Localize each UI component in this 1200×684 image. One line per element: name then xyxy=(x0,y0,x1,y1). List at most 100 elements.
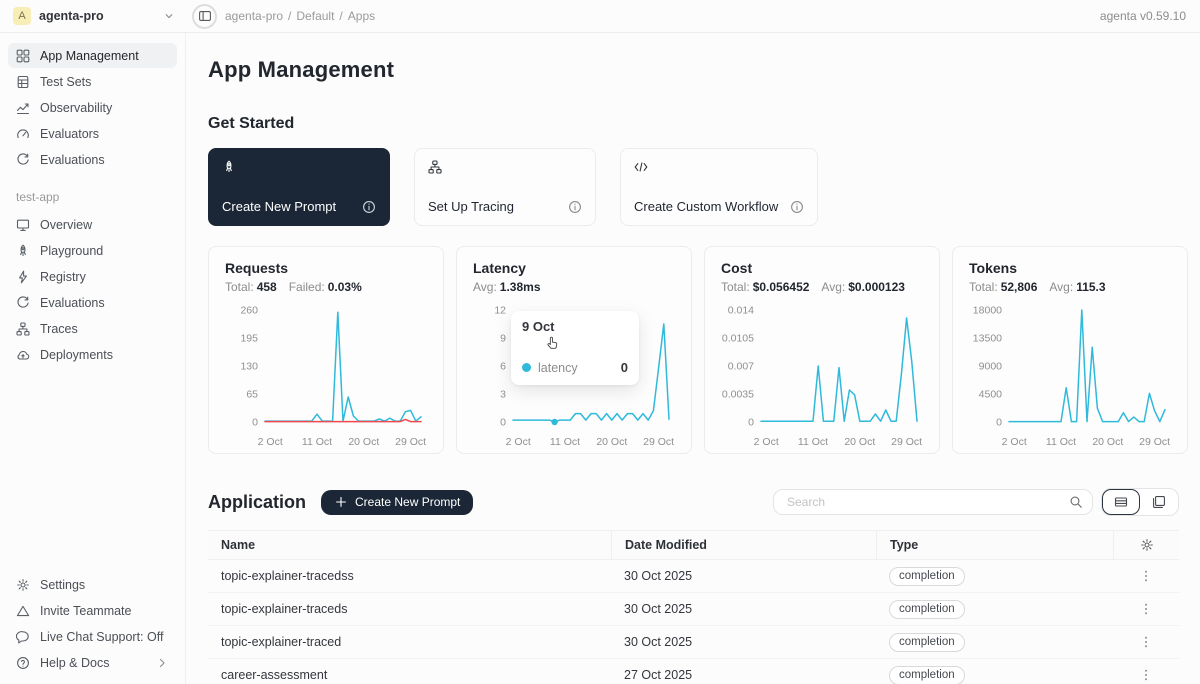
tree-icon xyxy=(428,160,582,174)
svg-text:2 Oct: 2 Oct xyxy=(258,436,283,448)
breadcrumb-separator: / xyxy=(339,9,342,23)
sidebar-item-live-chat-support-off[interactable]: Live Chat Support: Off xyxy=(8,624,177,649)
metric-title: Cost xyxy=(721,260,923,276)
column-header-date-modified[interactable]: Date Modified xyxy=(611,531,876,559)
info-icon[interactable] xyxy=(362,200,376,214)
metric-card-cost: CostTotal:$0.056452Avg:$0.00012300.00350… xyxy=(704,246,940,454)
bolt-icon xyxy=(16,270,30,284)
row-actions-cell xyxy=(1113,569,1179,583)
metric-stats: Total:$0.056452Avg:$0.000123 xyxy=(721,280,923,294)
svg-text:0.0105: 0.0105 xyxy=(722,333,754,345)
gear-icon xyxy=(16,578,30,592)
sidebar-item-settings[interactable]: Settings xyxy=(8,572,177,597)
svg-text:9: 9 xyxy=(500,333,506,345)
rocket-icon xyxy=(222,160,376,174)
workspace-selector[interactable]: A agenta-pro xyxy=(0,7,186,25)
row-menu-button[interactable] xyxy=(1139,635,1153,649)
svg-text:11 Oct: 11 Oct xyxy=(1046,436,1076,448)
app-name-cell: topic-explainer-traced xyxy=(208,635,611,649)
refresh-icon xyxy=(16,296,30,310)
sidebar-item-evaluations[interactable]: Evaluations xyxy=(8,290,177,315)
column-settings-button[interactable] xyxy=(1113,531,1179,559)
sidebar-item-evaluators[interactable]: Evaluators xyxy=(8,121,177,146)
svg-text:18000: 18000 xyxy=(973,305,1002,317)
sidebar-item-playground[interactable]: Playground xyxy=(8,238,177,263)
table-row[interactable]: topic-explainer-traceds30 Oct 2025comple… xyxy=(208,593,1179,626)
workspace-avatar: A xyxy=(13,7,31,25)
chart-requests[interactable]: 0651301952602 Oct11 Oct20 Oct29 Oct xyxy=(225,300,427,450)
sidebar-item-overview[interactable]: Overview xyxy=(8,212,177,237)
series-dot xyxy=(522,363,531,372)
card-view-button[interactable] xyxy=(1140,489,1178,515)
table-row[interactable]: topic-explainer-traced30 Oct 2025complet… xyxy=(208,626,1179,659)
breadcrumb-separator: / xyxy=(288,9,291,23)
card-label: Set Up Tracing xyxy=(428,199,514,214)
cursor-icon xyxy=(544,335,561,352)
tooltip-value: 0 xyxy=(621,360,628,375)
table-row[interactable]: topic-explainer-tracedss30 Oct 2025compl… xyxy=(208,560,1179,593)
metric-stat: Total:458 xyxy=(225,280,277,294)
svg-text:130: 130 xyxy=(240,361,258,373)
card-label-row: Create Custom Workflow xyxy=(634,199,804,214)
row-menu-button[interactable] xyxy=(1139,668,1153,682)
sidebar-toggle-button[interactable] xyxy=(192,4,217,29)
chart-tokens[interactable]: 04500900013500180002 Oct11 Oct20 Oct29 O… xyxy=(969,300,1171,450)
sidebar-item-deployments[interactable]: Deployments xyxy=(8,342,177,367)
metric-stats: Total:52,806Avg:115.3 xyxy=(969,280,1171,294)
svg-text:9000: 9000 xyxy=(979,361,1003,373)
type-badge: completion xyxy=(889,600,965,619)
row-menu-button[interactable] xyxy=(1139,569,1153,583)
svg-text:0: 0 xyxy=(748,417,754,429)
metric-title: Requests xyxy=(225,260,427,276)
svg-text:195: 195 xyxy=(240,333,258,345)
cloud-icon xyxy=(16,348,30,362)
breadcrumb-item-default[interactable]: Default xyxy=(296,9,334,23)
breadcrumb-item-apps[interactable]: Apps xyxy=(348,9,375,23)
breadcrumb-item-agenta-pro[interactable]: agenta-pro xyxy=(225,9,283,23)
sidebar-item-label: Playground xyxy=(40,244,103,258)
sidebar-item-traces[interactable]: Traces xyxy=(8,316,177,341)
info-icon[interactable] xyxy=(568,200,582,214)
svg-text:0: 0 xyxy=(252,417,258,429)
date-modified-cell: 30 Oct 2025 xyxy=(611,635,876,649)
get-started-card-set-up-tracing[interactable]: Set Up Tracing xyxy=(414,148,596,226)
chart-cost[interactable]: 00.00350.0070.01050.0142 Oct11 Oct20 Oct… xyxy=(721,300,923,450)
get-started-card-create-custom-workflow[interactable]: Create Custom Workflow xyxy=(620,148,818,226)
plus-icon xyxy=(334,495,348,509)
svg-text:11 Oct: 11 Oct xyxy=(798,436,828,448)
column-header-type[interactable]: Type xyxy=(876,531,1113,559)
sidebar-group-label: test-app xyxy=(8,190,177,204)
table-row[interactable]: career-assessment27 Oct 2025completion xyxy=(208,659,1179,684)
sidebar-item-observability[interactable]: Observability xyxy=(8,95,177,120)
refresh-icon xyxy=(16,153,30,167)
table-view-icon xyxy=(1114,495,1128,509)
search-box xyxy=(773,489,1093,515)
sidebar-item-app-management[interactable]: App Management xyxy=(8,43,177,68)
metric-stats: Total:458Failed:0.03% xyxy=(225,280,427,294)
sidebar-item-registry[interactable]: Registry xyxy=(8,264,177,289)
search-input[interactable] xyxy=(785,494,1069,510)
row-actions-cell xyxy=(1113,602,1179,616)
search-icon[interactable] xyxy=(1069,495,1083,509)
info-icon[interactable] xyxy=(790,200,804,214)
sidebar: App ManagementTest SetsObservabilityEval… xyxy=(0,33,186,684)
date-modified-cell: 27 Oct 2025 xyxy=(611,668,876,682)
row-menu-button[interactable] xyxy=(1139,602,1153,616)
table-tools xyxy=(773,488,1179,516)
create-new-prompt-label: Create New Prompt xyxy=(355,495,460,509)
sidebar-item-test-sets[interactable]: Test Sets xyxy=(8,69,177,94)
get-started-card-create-new-prompt[interactable]: Create New Prompt xyxy=(208,148,390,226)
sidebar-item-label: Help & Docs xyxy=(40,656,109,670)
application-heading: Application xyxy=(208,492,306,513)
create-new-prompt-button[interactable]: Create New Prompt xyxy=(321,490,473,515)
sidebar-item-help-docs[interactable]: Help & Docs xyxy=(8,650,177,675)
column-header-name[interactable]: Name xyxy=(208,531,611,559)
type-badge: completion xyxy=(889,567,965,586)
svg-text:11 Oct: 11 Oct xyxy=(302,436,332,448)
row-actions-cell xyxy=(1113,635,1179,649)
sidebar-item-evaluations[interactable]: Evaluations xyxy=(8,147,177,172)
svg-text:0.014: 0.014 xyxy=(728,305,754,317)
sidebar-item-invite-teammate[interactable]: Invite Teammate xyxy=(8,598,177,623)
table-view-button[interactable] xyxy=(1102,489,1140,515)
app-name-cell: topic-explainer-traceds xyxy=(208,602,611,616)
